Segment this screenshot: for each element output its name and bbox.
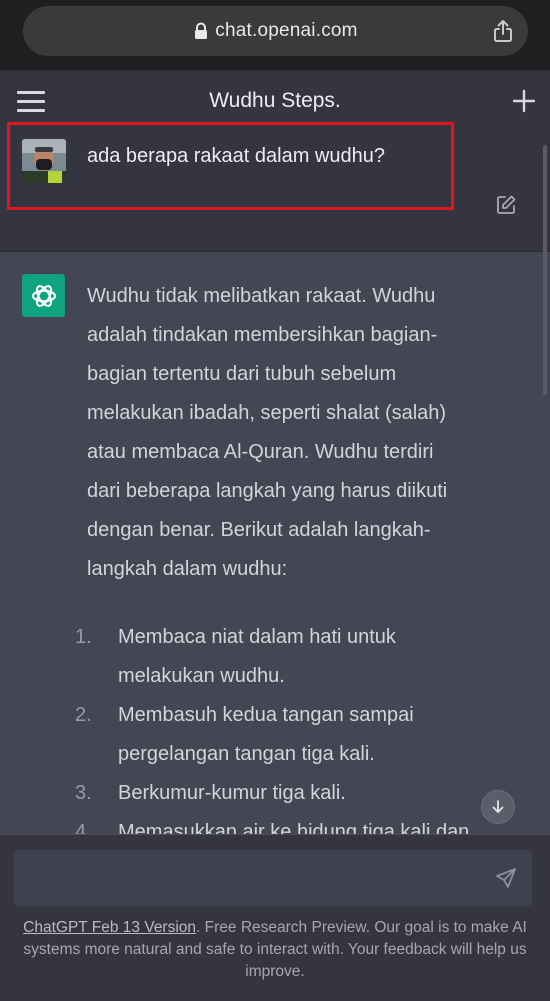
answer-line: atau membaca Al-Quran. Wudhu terdiri bbox=[87, 441, 434, 463]
answer-line: dengan benar. Berikut adalah langkah- bbox=[87, 519, 431, 541]
message-input[interactable] bbox=[13, 849, 533, 907]
openai-logo-icon bbox=[22, 274, 65, 317]
list-item-line: pergelangan tangan tiga kali. bbox=[118, 743, 375, 765]
list-item: 2. Membasuh kedua tangan sampai pergelan… bbox=[75, 696, 525, 774]
scroll-down-icon bbox=[492, 800, 504, 813]
steps-list: 1. Membaca niat dalam hati untuk melakuk… bbox=[75, 618, 525, 834]
list-item: 4. Memasukkan air ke hidung tiga kali da… bbox=[75, 813, 525, 834]
conversation-title: Wudhu Steps. bbox=[209, 89, 341, 112]
scrollbar[interactable] bbox=[543, 145, 547, 395]
url-text: chat.openai.com bbox=[215, 20, 358, 41]
list-item: 1. Membaca niat dalam hati untuk melakuk… bbox=[75, 618, 525, 696]
scroll-down-button[interactable] bbox=[481, 790, 515, 824]
send-icon[interactable] bbox=[494, 866, 518, 890]
answer-line: langkah dalam wudhu: bbox=[87, 558, 288, 580]
share-icon[interactable] bbox=[490, 18, 516, 44]
assistant-message-row: Wudhu tidak melibatkan rakaat. Wudhu ada… bbox=[0, 252, 550, 834]
address-bar[interactable]: chat.openai.com bbox=[23, 6, 528, 56]
avatar bbox=[22, 139, 66, 183]
user-message-row: ada berapa rakaat dalam wudhu? bbox=[0, 122, 550, 252]
list-item-text: Membasuh kedua tangan sampai pergelangan… bbox=[118, 696, 414, 774]
answer-line: Wudhu tidak melibatkan rakaat. Wudhu bbox=[87, 285, 436, 307]
list-number: 2. bbox=[75, 704, 92, 726]
list-item-text: Membaca niat dalam hati untuk melakukan … bbox=[118, 618, 396, 696]
version-link[interactable]: ChatGPT Feb 13 Version bbox=[23, 919, 196, 936]
composer-area: ChatGPT Feb 13 Version. Free Research Pr… bbox=[0, 834, 550, 1001]
list-number: 1. bbox=[75, 626, 92, 648]
answer-line: bagian tertentu dari tubuh sebelum bbox=[87, 363, 397, 385]
list-item-line: Memasukkan air ke hidung tiga kali dan bbox=[118, 821, 470, 834]
answer-line: adalah tindakan membersihkan bagian- bbox=[87, 324, 438, 346]
edit-icon[interactable] bbox=[495, 194, 517, 216]
list-number: 3. bbox=[75, 782, 92, 804]
answer-line: melakukan ibadah, seperti shalat (salah) bbox=[87, 402, 447, 424]
list-item-text: Berkumur-kumur tiga kali. bbox=[118, 774, 346, 813]
list-item-text: Memasukkan air ke hidung tiga kali dan bbox=[118, 813, 469, 834]
list-item-line: Membasuh kedua tangan sampai bbox=[118, 704, 414, 726]
assistant-message-text: Wudhu tidak melibatkan rakaat. Wudhu ada… bbox=[87, 277, 507, 589]
list-item-line: Berkumur-kumur tiga kali. bbox=[118, 782, 346, 804]
footer-disclaimer: ChatGPT Feb 13 Version. Free Research Pr… bbox=[20, 917, 530, 983]
plus-icon[interactable] bbox=[512, 89, 536, 113]
list-number: 4. bbox=[75, 821, 92, 834]
list-item-line: Membaca niat dalam hati untuk bbox=[118, 626, 396, 648]
list-item: 3. Berkumur-kumur tiga kali. bbox=[75, 774, 525, 813]
list-item-line: melakukan wudhu. bbox=[118, 665, 285, 687]
user-message-text: ada berapa rakaat dalam wudhu? bbox=[87, 145, 385, 167]
browser-bar: chat.openai.com bbox=[0, 0, 550, 70]
answer-line: dari beberapa langkah yang harus diikuti bbox=[87, 480, 448, 502]
lock-icon bbox=[195, 22, 208, 39]
